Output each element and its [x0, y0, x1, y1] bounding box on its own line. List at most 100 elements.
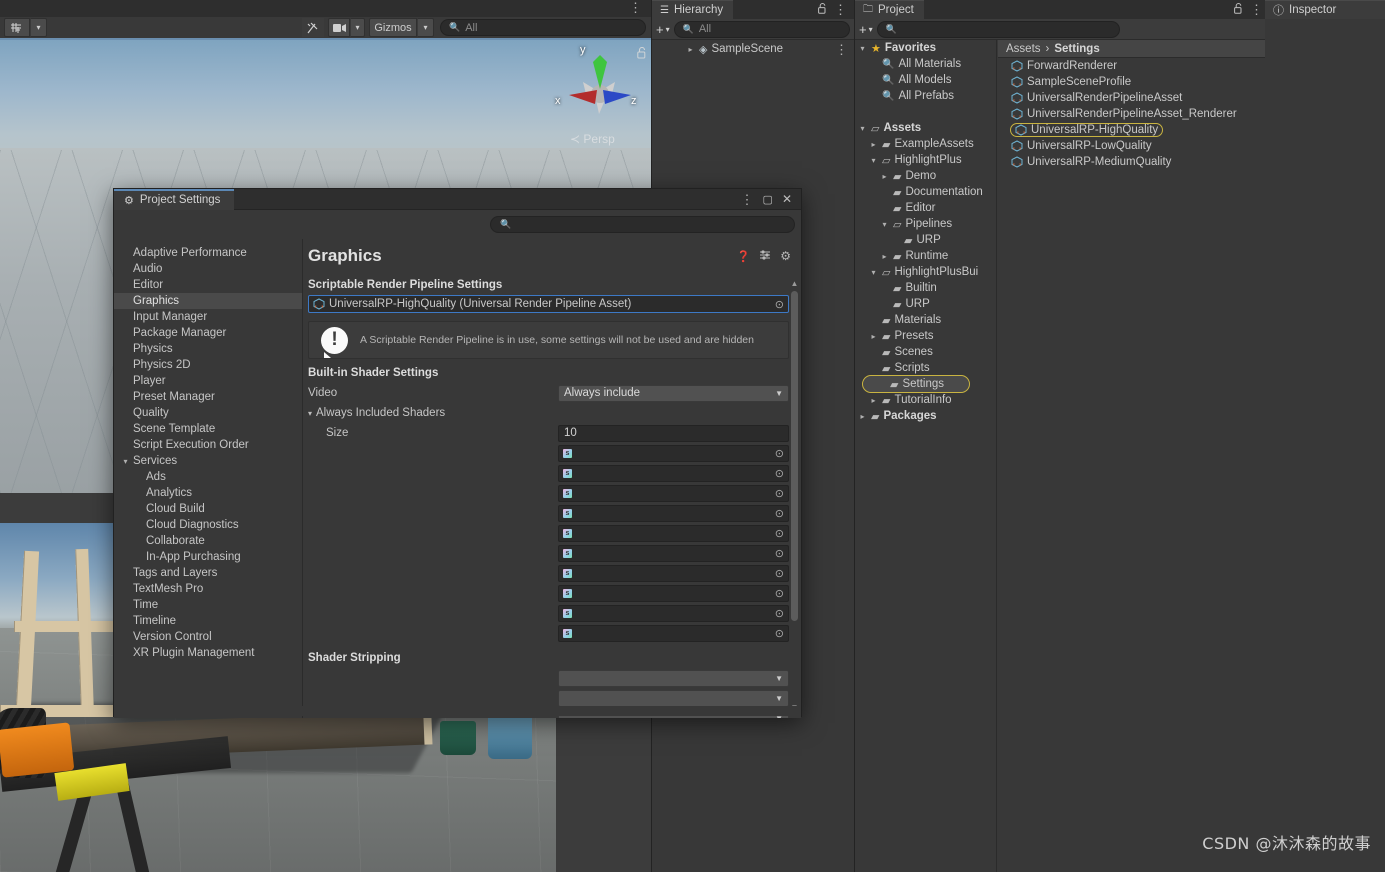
project-tree-item-editor[interactable]: ▸▰Editor — [855, 200, 996, 216]
expand-triangle-icon[interactable]: ▸ — [869, 396, 878, 405]
settings-category-tags-and-layers[interactable]: Tags and Layers — [114, 565, 302, 581]
hierarchy-row-samplescene[interactable]: ▸ ◈ SampleScene ⋮ — [652, 41, 854, 57]
project-tree-item-demo[interactable]: ▸ ▰ Demo — [855, 168, 996, 184]
expand-triangle-icon[interactable]: ▸ — [858, 412, 867, 421]
always-included-foldout[interactable]: ▾ Always Included Shaders — [308, 403, 801, 423]
expand-triangle-icon[interactable]: ▸ — [880, 172, 889, 181]
settings-category-package-manager[interactable]: Package Manager — [114, 325, 302, 341]
project-kebab-icon[interactable]: ⋮ — [1250, 3, 1263, 16]
settings-category-graphics[interactable]: Graphics — [114, 293, 302, 309]
project-folder-tree[interactable]: ▾★Favorites▸🔍All Materials▸🔍All Models▸🔍… — [855, 40, 997, 872]
element-shader-field[interactable]: s ⊙ — [558, 604, 789, 622]
project-tree-item-materials[interactable]: ▸▰Materials — [855, 312, 996, 328]
object-picker-icon[interactable]: ⊙ — [775, 627, 784, 640]
settings-category-player[interactable]: Player — [114, 373, 302, 389]
element-shader-field[interactable]: s ⊙ — [558, 484, 789, 502]
scene-kebab-icon[interactable]: ⋮ — [629, 1, 642, 14]
project-tree-item-highlightplusbui[interactable]: ▾ ▱ HighlightPlusBui — [855, 264, 996, 280]
scene-camera-button[interactable] — [328, 18, 350, 37]
project-tree-item-presets[interactable]: ▸ ▰ Presets — [855, 328, 996, 344]
object-picker-icon[interactable]: ⊙ — [775, 507, 784, 520]
gizmo-lock-icon[interactable] — [637, 46, 647, 62]
tab-hierarchy[interactable]: ☰ Hierarchy — [652, 0, 734, 19]
stripping-dropdown[interactable]: ▼ — [558, 669, 789, 687]
element-row[interactable]: s ⊙ — [308, 483, 801, 503]
scene-search-input[interactable]: 🔍 All — [440, 19, 646, 36]
settings-category-timeline[interactable]: Timeline — [114, 613, 302, 629]
expand-triangle-icon[interactable]: ▾ — [869, 268, 878, 277]
settings-category-time[interactable]: Time — [114, 597, 302, 613]
element-row[interactable]: s ⊙ — [308, 583, 801, 603]
detail-scroll-area[interactable]: Scriptable Render Pipeline Settings Univ… — [303, 273, 801, 718]
project-tree-item-pipelines[interactable]: ▾ ▱ Pipelines — [855, 216, 996, 232]
element-shader-field[interactable]: s ⊙ — [558, 564, 789, 582]
project-tree-item-urp[interactable]: ▸▰URP — [855, 296, 996, 312]
project-tree-item-settings[interactable]: ▸▰Settings — [862, 375, 970, 393]
element-row[interactable]: s ⊙ — [308, 543, 801, 563]
object-picker-icon[interactable]: ⊙ — [775, 487, 784, 500]
help-icon[interactable]: ❓ — [737, 250, 751, 263]
object-picker-icon[interactable]: ⊙ — [775, 527, 784, 540]
hierarchy-lock-icon[interactable] — [818, 2, 827, 17]
project-tree-item-highlightplus[interactable]: ▾ ▱ HighlightPlus — [855, 152, 996, 168]
settings-category-cloud-diagnostics[interactable]: Cloud Diagnostics — [114, 517, 302, 533]
maximize-icon[interactable]: ▢ — [763, 193, 773, 206]
gizmos-dropdown[interactable]: ▾ — [417, 18, 434, 37]
project-tree-item-urp[interactable]: ▸▰URP — [855, 232, 996, 248]
project-tree-item-exampleassets[interactable]: ▸ ▰ ExampleAssets — [855, 136, 996, 152]
video-row[interactable]: Video Always include ▼ — [308, 383, 801, 403]
breadcrumb-root[interactable]: Assets — [1006, 43, 1041, 55]
shader-stripping-row[interactable]: ▼ — [308, 668, 801, 688]
object-picker-icon[interactable]: ⊙ — [775, 467, 784, 480]
settings-category-adaptive-performance[interactable]: Adaptive Performance — [114, 245, 302, 261]
hierarchy-tree[interactable]: ▸ ◈ SampleScene ⋮ — [652, 41, 854, 57]
gizmos-button[interactable]: Gizmos — [369, 18, 417, 37]
scene-camera-dropdown[interactable]: ▾ — [350, 18, 365, 37]
settings-category-analytics[interactable]: Analytics — [114, 485, 302, 501]
settings-category-services[interactable]: ▾ Services — [114, 453, 302, 469]
project-tree-item-all-models[interactable]: ▸🔍All Models — [855, 72, 996, 88]
tab-inspector[interactable]: ⓘ Inspector — [1265, 0, 1385, 19]
settings-category-physics-2d[interactable]: Physics 2D — [114, 357, 302, 373]
project-tree-item-packages[interactable]: ▸ ▰ Packages — [855, 408, 996, 424]
element-row[interactable]: s ⊙ — [308, 503, 801, 523]
project-settings-category-list[interactable]: Adaptive Performance Audio Editor Graphics I… — [114, 239, 303, 718]
element-shader-field[interactable]: s ⊙ — [558, 624, 789, 642]
settings-category-in-app-purchasing[interactable]: In-App Purchasing — [114, 549, 302, 565]
project-tree-item-favorites[interactable]: ▾ ★ Favorites — [855, 40, 996, 56]
hierarchy-add-button[interactable]: + ▾ — [656, 22, 670, 37]
element-shader-field[interactable]: s ⊙ — [558, 504, 789, 522]
settings-category-cloud-build[interactable]: Cloud Build — [114, 501, 302, 517]
foldout-triangle-icon[interactable]: ▾ — [308, 409, 312, 418]
element-row[interactable]: s ⊙ — [308, 443, 801, 463]
settings-category-audio[interactable]: Audio — [114, 261, 302, 277]
scene-projection-label[interactable]: ≺ Persp — [570, 132, 615, 146]
element-row[interactable]: s ⊙ — [308, 603, 801, 623]
size-row[interactable]: Size 10 — [308, 423, 801, 443]
transform-tool-dropdown[interactable]: ▾ — [30, 18, 47, 37]
hierarchy-search-input[interactable]: 🔍 All — [673, 20, 850, 38]
element-shader-field[interactable]: s ⊙ — [558, 464, 789, 482]
element-shader-field[interactable]: s ⊙ — [558, 524, 789, 542]
object-picker-icon[interactable]: ⊙ — [775, 447, 784, 460]
effects-toggle-button[interactable] — [302, 18, 324, 37]
expand-triangle-icon[interactable]: ▾ — [869, 156, 878, 165]
hierarchy-row-kebab-icon[interactable]: ⋮ — [835, 43, 854, 56]
settings-category-scene-template[interactable]: Scene Template — [114, 421, 302, 437]
element-shader-field[interactable]: s ⊙ — [558, 544, 789, 562]
project-settings-kebab-icon[interactable]: ⋮ — [741, 193, 754, 206]
settings-category-collaborate[interactable]: Collaborate — [114, 533, 302, 549]
element-row[interactable]: s ⊙ — [308, 463, 801, 483]
element-shader-field[interactable]: s ⊙ — [558, 444, 789, 462]
expand-triangle-icon[interactable]: ▸ — [869, 140, 878, 149]
tab-project-settings[interactable]: ⚙ Project Settings — [114, 188, 235, 210]
gear-icon[interactable]: ⚙ — [780, 249, 791, 263]
settings-category-xr-plugin-management[interactable]: XR Plugin Management — [114, 645, 302, 661]
object-picker-icon[interactable]: ⊙ — [775, 298, 784, 311]
element-shader-field[interactable]: s ⊙ — [558, 584, 789, 602]
breadcrumb-current[interactable]: Settings — [1054, 43, 1099, 55]
object-picker-icon[interactable]: ⊙ — [775, 567, 784, 580]
project-tree-item-all-prefabs[interactable]: ▸🔍All Prefabs — [855, 88, 996, 104]
expand-triangle-icon[interactable]: ▸ — [880, 252, 889, 261]
scrollbar-thumb[interactable] — [791, 291, 798, 621]
